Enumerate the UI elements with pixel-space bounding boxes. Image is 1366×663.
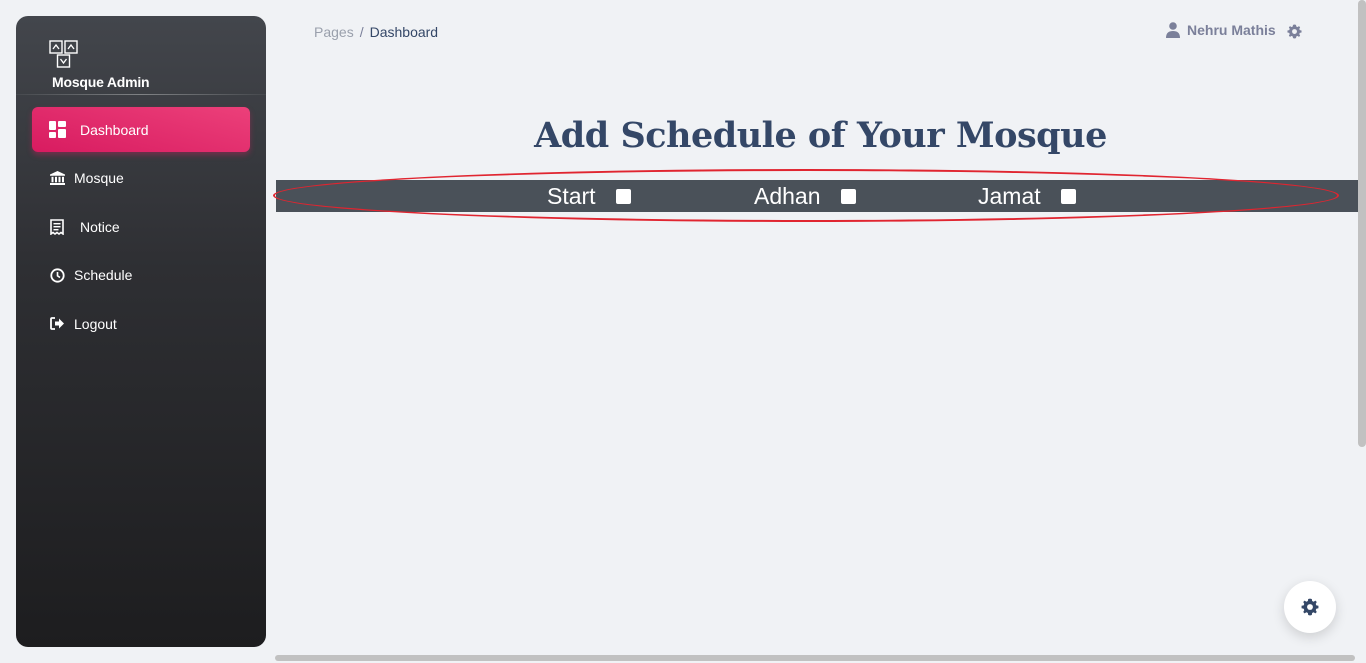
sidebar: Mosque Admin Dashboard Mosque Notice Sch…: [16, 16, 266, 647]
gear-icon: [1301, 598, 1319, 616]
vertical-scrollbar[interactable]: [1358, 0, 1366, 447]
receipt-icon: [48, 218, 66, 236]
bank-icon: [48, 169, 66, 187]
gear-icon[interactable]: [1287, 24, 1302, 39]
sidebar-item-schedule[interactable]: Schedule: [32, 253, 250, 298]
schedule-field-label: Start: [547, 182, 596, 209]
clock-icon: [48, 266, 66, 284]
page-title: Add Schedule of Your Mosque: [534, 115, 1107, 156]
breadcrumb-current: Dashboard: [369, 24, 439, 40]
breadcrumb-parent[interactable]: Pages: [314, 24, 354, 40]
adhan-checkbox[interactable]: [840, 188, 856, 204]
sidebar-item-notice[interactable]: Notice: [32, 204, 250, 249]
sidebar-item-label: Mosque: [74, 170, 124, 186]
schedule-field-label: Adhan: [754, 182, 821, 209]
user-icon: [1166, 22, 1180, 38]
sidebar-nav: Dashboard Mosque Notice Schedule Logout: [32, 107, 250, 350]
settings-fab-button[interactable]: [1284, 581, 1336, 633]
sidebar-item-logout[interactable]: Logout: [32, 301, 250, 346]
user-name: Nehru Mathis: [1187, 22, 1276, 38]
mosque-logo-icon: [49, 40, 78, 68]
brand[interactable]: Mosque Admin: [16, 16, 266, 95]
sidebar-divider: [16, 94, 266, 95]
horizontal-scrollbar[interactable]: [275, 655, 1355, 661]
sidebar-item-mosque[interactable]: Mosque: [32, 156, 250, 201]
user-menu[interactable]: Nehru Mathis: [1166, 22, 1276, 38]
breadcrumb-separator: /: [359, 24, 364, 40]
dashboard-icon: [48, 121, 66, 139]
schedule-field-label: Jamat: [978, 182, 1041, 209]
sidebar-item-label: Logout: [74, 315, 117, 332]
schedule-field-jamat: Jamat: [978, 180, 1076, 212]
logout-icon: [48, 315, 66, 333]
sidebar-item-dashboard[interactable]: Dashboard: [32, 107, 250, 152]
schedule-bar: Start Adhan Jamat: [276, 180, 1366, 212]
schedule-field-start: Start: [547, 180, 631, 212]
schedule-field-adhan: Adhan: [754, 180, 856, 212]
sidebar-item-label: Dashboard: [80, 121, 149, 138]
sidebar-item-label: Notice: [80, 218, 120, 235]
brand-name: Mosque Admin: [52, 74, 150, 90]
jamat-checkbox[interactable]: [1060, 188, 1076, 204]
sidebar-item-label: Schedule: [74, 267, 133, 283]
start-checkbox[interactable]: [615, 188, 631, 204]
breadcrumb: Pages / Dashboard: [314, 24, 438, 40]
